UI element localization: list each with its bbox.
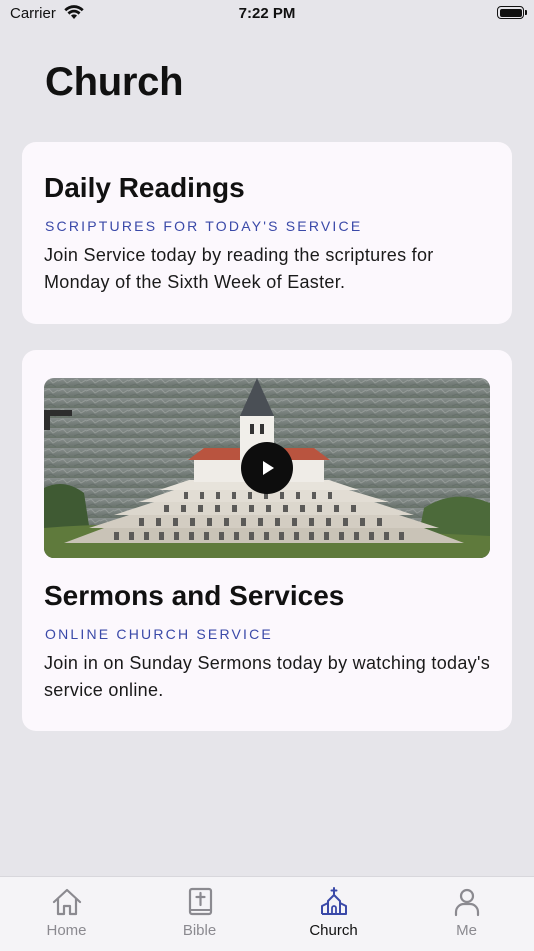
tab-label: Me [456, 922, 477, 939]
tab-label: Home [46, 922, 87, 939]
church-icon [320, 887, 347, 915]
tab-home[interactable]: Home [0, 877, 133, 951]
battery-icon [497, 6, 527, 19]
play-icon [263, 461, 274, 475]
card-subtitle: SCRIPTURES FOR TODAY'S SERVICE [45, 218, 363, 234]
person-icon [454, 888, 479, 917]
tab-church[interactable]: Church [267, 877, 400, 951]
card-description: Join Service today by reading the script… [44, 245, 434, 292]
card-title: Sermons and Services [44, 580, 345, 611]
sermons-services-card[interactable]: Sermons and Services ONLINE CHURCH SERVI… [22, 350, 512, 731]
home-icon [52, 888, 81, 916]
daily-readings-card[interactable]: Daily Readings SCRIPTURES FOR TODAY'S SE… [22, 142, 512, 324]
status-bar: Carrier 7:22 PM [0, 0, 534, 28]
church-video-thumbnail[interactable] [44, 378, 490, 558]
tab-label: Bible [182, 922, 217, 939]
tab-bible[interactable]: Bible [133, 877, 266, 951]
play-button[interactable] [241, 442, 293, 494]
tab-bar: Home Bible Church Me [0, 876, 534, 951]
card-title: Daily Readings [44, 172, 245, 203]
status-time: 7:22 PM [238, 5, 296, 22]
card-subtitle: ONLINE CHURCH SERVICE [45, 626, 273, 642]
tab-label: Church [309, 922, 358, 939]
page-title: Church [45, 60, 184, 104]
card-description: Join in on Sunday Sermons today by watch… [44, 653, 490, 700]
bible-icon [188, 887, 212, 916]
tab-me[interactable]: Me [400, 877, 533, 951]
